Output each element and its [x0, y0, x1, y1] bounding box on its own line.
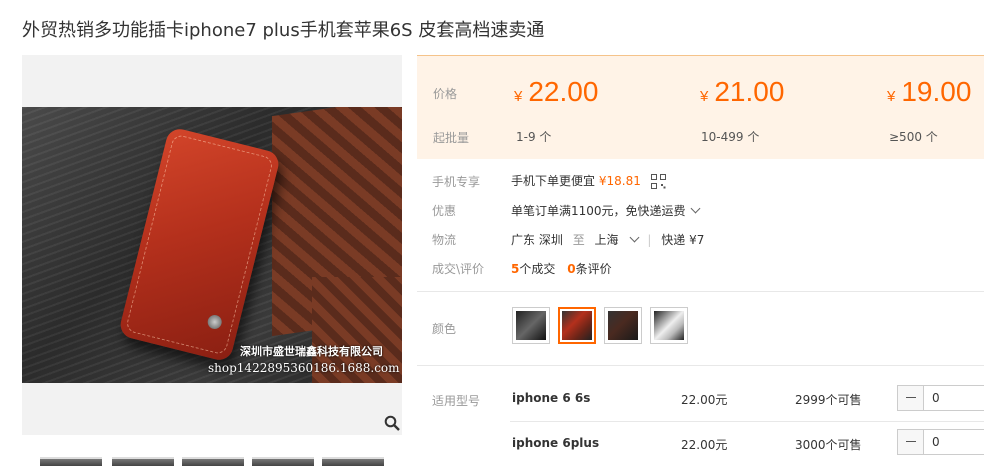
mobile-exclusive-row: 手机下单更便宜 ¥18.81	[511, 172, 666, 189]
destination-city: 上海	[594, 233, 619, 247]
decrement-button[interactable]	[898, 430, 924, 454]
destination-city-select[interactable]: 上海	[594, 232, 639, 247]
color-label: 颜色	[432, 322, 457, 336]
price-label: 价格	[433, 87, 458, 101]
model-stock: 3000个可售	[795, 438, 862, 452]
mobile-text: 手机下单更便宜	[511, 174, 596, 188]
swatch-image	[562, 311, 592, 340]
tier-range-2: 10-499 个	[701, 130, 760, 144]
currency-symbol: ¥	[514, 88, 523, 105]
model-name: iphone 6plus	[512, 436, 600, 450]
chevron-down-icon[interactable]	[629, 232, 639, 243]
section-divider	[417, 365, 984, 366]
tier-price-value: 22.00	[528, 76, 599, 107]
qr-code-icon[interactable]	[650, 174, 666, 189]
thumbnail[interactable]	[112, 457, 174, 466]
product-gallery: 深圳市盛世瑞鑫科技有限公司 shop1422895360186.1688.com	[22, 55, 402, 435]
promo-text: 单笔订单满1100元，免快递运费	[511, 204, 686, 218]
logistics-row: 广东 深圳 至 上海 | 快递 ¥7	[511, 231, 704, 248]
section-divider	[417, 291, 984, 292]
tier-range-1: 1-9 个	[516, 130, 552, 144]
tier-price-value: 21.00	[714, 76, 785, 107]
product-title: 外贸热销多功能插卡iphone7 plus手机套苹果6S 皮套高档速卖通	[22, 20, 545, 41]
deals-reviews-row: 5个成交 0条评价	[511, 260, 612, 277]
quantity-input[interactable]: 0	[924, 430, 984, 454]
currency-symbol: ¥	[887, 88, 896, 105]
deal-count-link[interactable]: 5个成交	[511, 262, 555, 276]
to-word: 至	[572, 233, 585, 247]
tier-price-value: 19.00	[901, 76, 972, 107]
promo-row[interactable]: 单笔订单满1100元，免快递运费	[511, 202, 700, 219]
swatch-image	[608, 311, 638, 340]
magnifier-icon[interactable]	[384, 415, 400, 431]
review-count: 0	[567, 262, 576, 276]
thumbnail[interactable]	[252, 457, 314, 466]
logistics-label: 物流	[432, 233, 457, 247]
model-stock: 2999个可售	[795, 393, 862, 407]
model-price: 22.00元	[681, 438, 728, 452]
thumbnail[interactable]	[40, 457, 102, 466]
model-name: iphone 6 6s	[512, 391, 591, 405]
watermark-shop: shop1422895360186.1688.com	[208, 361, 400, 375]
thumbnail[interactable]	[182, 457, 244, 466]
chevron-down-icon[interactable]	[690, 203, 700, 214]
price-panel: 价格 起批量 ¥22.00 ¥21.00 ¥19.00 1-9 个 10-499…	[417, 55, 984, 159]
origin-province: 广东	[511, 233, 536, 247]
shipping-fee: 快递 ¥7	[661, 233, 705, 247]
product-main-image[interactable]: 深圳市盛世瑞鑫科技有限公司 shop1422895360186.1688.com	[22, 107, 402, 383]
tier-price-3: ¥19.00	[887, 76, 971, 108]
divider: |	[647, 233, 652, 247]
color-swatch-dark-brown[interactable]	[604, 307, 642, 344]
color-swatch-black[interactable]	[512, 307, 550, 344]
review-suffix: 条评价	[575, 262, 612, 276]
swatch-image	[654, 311, 684, 340]
model-row: iphone 6 6s 22.00元 2999个可售 0	[417, 377, 984, 422]
quantity-stepper: 0	[897, 429, 984, 455]
review-count-link[interactable]: 0条评价	[567, 262, 611, 276]
model-price: 22.00元	[681, 393, 728, 407]
thumbnail[interactable]	[322, 457, 384, 466]
color-swatch-red[interactable]	[558, 307, 596, 344]
min-qty-label: 起批量	[433, 131, 470, 145]
quantity-input[interactable]: 0	[924, 386, 984, 410]
promo-label: 优惠	[432, 204, 457, 218]
tier-range-3: ≥500 个	[889, 130, 938, 144]
watermark-company: 深圳市盛世瑞鑫科技有限公司	[240, 345, 383, 358]
tier-price-1: ¥22.00	[514, 76, 598, 108]
model-row: iphone 6plus 22.00元 3000个可售 0	[417, 422, 984, 466]
color-swatch-white[interactable]	[650, 307, 688, 344]
swatch-image	[516, 311, 546, 340]
currency-symbol: ¥	[700, 88, 709, 105]
decrement-button[interactable]	[898, 386, 924, 410]
quantity-stepper: 0	[897, 385, 984, 411]
origin-city: 深圳	[538, 233, 563, 247]
deals-reviews-label: 成交\评价	[432, 262, 485, 276]
tier-price-2: ¥21.00	[700, 76, 784, 108]
mobile-exclusive-label: 手机专享	[432, 175, 481, 189]
deal-suffix: 个成交	[519, 262, 556, 276]
mobile-price: ¥18.81	[598, 174, 641, 188]
